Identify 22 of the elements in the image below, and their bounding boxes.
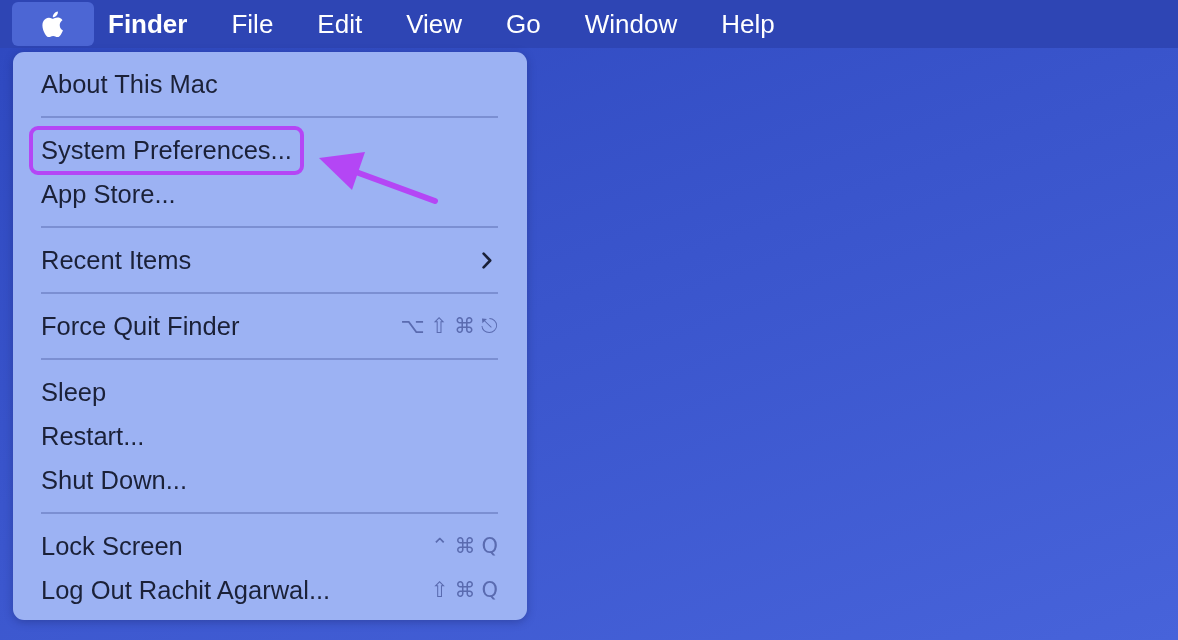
- shortcut-text: ⌃⌘Q: [430, 534, 504, 558]
- menu-bar-item[interactable]: Help: [699, 2, 797, 46]
- apple-menu-button[interactable]: [12, 2, 94, 46]
- menu-item[interactable]: About This Mac: [41, 69, 218, 99]
- menu-bar-item[interactable]: File: [209, 2, 296, 46]
- menu-bar-item[interactable]: Window: [562, 2, 700, 46]
- menu-bar-item[interactable]: Finder: [86, 2, 210, 46]
- menu-item[interactable]: App Store...: [41, 179, 176, 209]
- menu-item[interactable]: System Preferences...: [41, 135, 292, 165]
- menu-item[interactable]: Restart...: [41, 421, 145, 451]
- menu-item[interactable]: Lock Screen: [41, 531, 183, 561]
- menu-item[interactable]: Force Quit Finder: [41, 311, 240, 341]
- menu-item[interactable]: Log Out Rachit Agarwal...: [41, 575, 331, 605]
- menu-bar-item[interactable]: Edit: [295, 2, 385, 46]
- menu-item[interactable]: Recent Items: [41, 245, 192, 275]
- shortcut-text: ⇧⌘Q: [430, 578, 504, 602]
- menu-bar-item[interactable]: View: [384, 2, 485, 46]
- apple-logo-icon: [42, 10, 64, 38]
- menu-bar-item[interactable]: Go: [484, 2, 563, 46]
- shortcut-text: ⌥⇧⌘⎋: [400, 314, 504, 338]
- menu-item[interactable]: Sleep: [41, 377, 107, 407]
- menu-item[interactable]: Shut Down...: [41, 465, 187, 495]
